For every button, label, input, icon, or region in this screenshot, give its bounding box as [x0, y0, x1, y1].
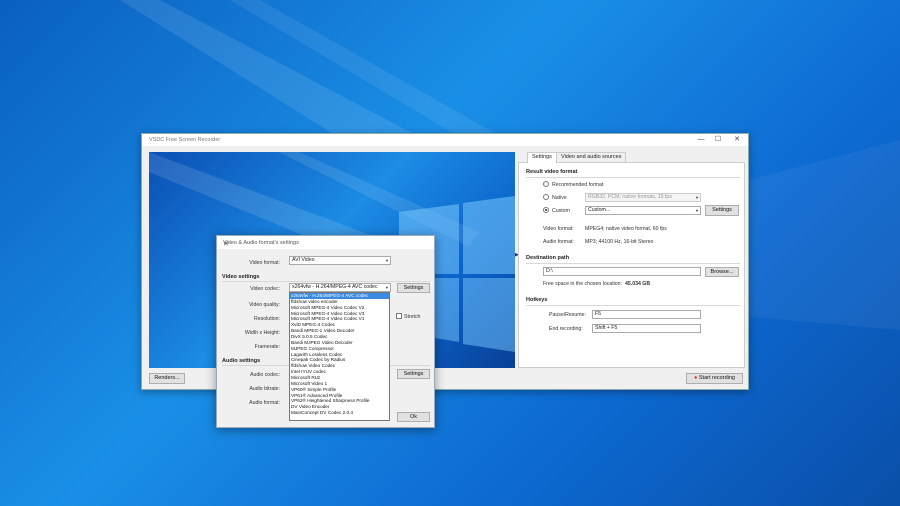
browse-button[interactable]: Browse... — [705, 267, 739, 277]
title-bar: VSDC Free Screen Recorder — ☐ ✕ — [142, 134, 748, 146]
custom-format-value: Custom... — [588, 207, 611, 213]
dialog-title-bar: Video & Audio format's settings ✕ — [217, 236, 434, 249]
stretch-checkbox[interactable] — [396, 313, 402, 319]
dialog-video-format-label: Video format: — [249, 260, 280, 266]
custom-format-select[interactable]: Custom... ▼ — [585, 206, 701, 215]
recommended-radio[interactable] — [543, 181, 549, 187]
resolution-label: Resolution: — [254, 316, 280, 322]
divider — [222, 281, 430, 282]
video-codec-value: x264vfw - H.264/MPEG-4 AVC codec — [292, 284, 378, 290]
audio-format-value: MP3; 44100 Hz, 16-bit Stereo — [585, 239, 654, 245]
free-space-label: Free space in the chosen location: — [543, 281, 623, 287]
native-format-value: RGB32, PCM; native formats, 15 fps — [588, 194, 672, 200]
destination-path-input[interactable]: D:\ — [543, 267, 701, 276]
width-height-label: Width x Height: — [244, 330, 280, 336]
close-button[interactable]: ✕ — [728, 135, 746, 145]
maximize-button[interactable]: ☐ — [709, 135, 727, 145]
settings-panel: Result video format Recommended format N… — [518, 162, 745, 368]
chevron-down-icon: ▼ — [385, 285, 389, 290]
video-format-value: MPEG4; native video format, 60 fps — [585, 226, 667, 232]
stretch-label: Stretch — [404, 314, 421, 320]
native-format-select[interactable]: RGB32, PCM; native formats, 15 fps ▼ — [585, 193, 701, 202]
dialog-video-format-select[interactable]: AVI Video ▼ — [289, 256, 391, 265]
video-codec-select[interactable]: x264vfw - H.264/MPEG-4 AVC codec ▼ — [289, 283, 391, 292]
divider — [526, 305, 740, 306]
window-title: VSDC Free Screen Recorder — [149, 137, 221, 143]
native-radio[interactable] — [543, 194, 549, 200]
dialog-close-button[interactable]: ✕ — [223, 240, 430, 248]
video-codec-settings-button[interactable]: Settings — [397, 283, 430, 293]
audio-bitrate-label: Audio bitrate: — [249, 386, 280, 392]
video-codec-dropdown-list[interactable]: x264vfw - H.264/MPEG-4 AVC codec ffdshow … — [289, 292, 390, 421]
chevron-down-icon: ▼ — [695, 208, 699, 213]
divider — [526, 177, 740, 178]
end-recording-hotkey-input[interactable]: Shift + F5 — [592, 324, 701, 333]
start-recording-label: Start recording — [698, 375, 735, 381]
recommended-label: Recommended format — [552, 182, 604, 188]
video-format-label: Video format: — [543, 226, 574, 232]
video-settings-heading: Video settings — [222, 274, 260, 280]
tab-settings[interactable]: Settings — [527, 152, 557, 163]
audio-codec-label: Audio codec: — [250, 372, 280, 378]
pause-hotkey-input[interactable]: F5 — [592, 310, 701, 319]
video-quality-label: Video quality: — [248, 302, 280, 308]
end-recording-label: End recording: — [549, 326, 583, 332]
audio-format-label: Audio format: — [543, 239, 574, 245]
audio-codec-settings-button[interactable]: Settings — [397, 369, 430, 379]
result-format-heading: Result video format — [526, 169, 578, 175]
format-settings-button[interactable]: Settings — [705, 205, 739, 216]
native-label: Native — [552, 195, 567, 201]
dialog-video-format-value: AVI Video — [292, 257, 315, 263]
chevron-down-icon: ▼ — [385, 258, 389, 263]
custom-label: Custom — [552, 208, 570, 214]
audio-format-label: Audio format: — [249, 400, 280, 406]
audio-settings-heading: Audio settings — [222, 358, 261, 364]
free-space-value: 45.034 GB — [625, 281, 651, 287]
tab-video-audio-sources[interactable]: Video and audio sources — [556, 152, 627, 162]
framerate-label: Framerate: — [254, 344, 280, 350]
video-codec-label: Video codec: — [250, 286, 280, 292]
codec-option[interactable]: MainConcept DV Codec 2.0.4 — [290, 410, 389, 416]
destination-heading: Destination path — [526, 255, 570, 261]
hotkeys-heading: Hotkeys — [526, 297, 548, 303]
pause-label: Pause/Resume: — [549, 312, 586, 318]
minimize-button[interactable]: — — [692, 135, 710, 145]
ok-button[interactable]: Ok — [397, 412, 430, 422]
chevron-down-icon: ▼ — [695, 195, 699, 200]
custom-radio[interactable] — [543, 207, 549, 213]
divider — [526, 263, 740, 264]
record-dot-icon: ● — [694, 375, 698, 381]
renders-button[interactable]: Renders... — [149, 373, 185, 384]
start-recording-button[interactable]: ● Start recording — [686, 373, 743, 384]
